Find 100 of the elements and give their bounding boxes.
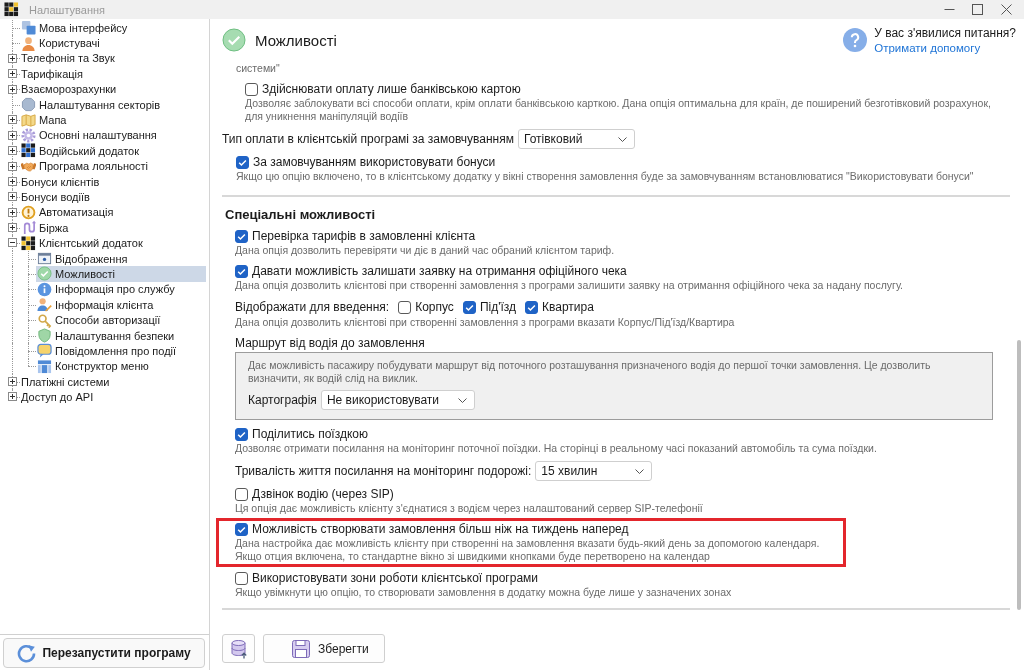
tree-item[interactable]: Автоматизація: [20, 204, 206, 221]
checkbox-label[interactable]: Використовувати зони роботи клієнтської програми: [252, 571, 538, 585]
window-title: Налаштування: [29, 3, 106, 16]
plus-icon[interactable]: [7, 377, 17, 386]
map-icon: [21, 112, 36, 128]
tree-item[interactable]: Взаєморозрахунки: [20, 81, 206, 97]
tree-item[interactable]: Бонуси водіїв: [20, 189, 206, 205]
tree-item[interactable]: Відображення: [36, 250, 206, 267]
checkbox-label[interactable]: Під'їзд: [479, 300, 517, 314]
close-icon[interactable]: [1001, 4, 1012, 15]
speech-bubble-icon: [37, 343, 52, 359]
tree-item[interactable]: Способи авторизації: [36, 312, 206, 328]
checkbox[interactable]: [525, 300, 539, 314]
option-description: Дана опція дозволить клієнтові при створенні замовлення з програми вказати Корпус/Під'їзд/Квартира: [235, 316, 736, 329]
tree-item[interactable]: Мова інтерфейсу: [20, 20, 206, 36]
tree-item[interactable]: Інформація клієнта: [36, 297, 206, 313]
checkbox[interactable]: [462, 300, 476, 314]
plus-icon[interactable]: [7, 115, 17, 125]
checkbox-label[interactable]: Можливість створювати замовлення більш ніж на тиждень наперед: [252, 522, 629, 536]
dropdown[interactable]: Готівковий: [517, 129, 635, 149]
tree-item[interactable]: Інформація про службу: [36, 281, 206, 298]
tree-item[interactable]: Налаштування безпеки: [36, 327, 206, 344]
database-button[interactable]: [222, 634, 255, 663]
option-description: Дана настройка дає можливість клієнту при створенні на замовлення вказати будь-який день за допомогою календаря. Якщо отция включена, то стандартне вікно зі швидкими кнопками буде перетворено на календар: [235, 537, 820, 563]
plus-icon[interactable]: [7, 161, 17, 171]
plus-icon[interactable]: [7, 223, 17, 233]
language-icon: [21, 20, 36, 36]
info-icon: [37, 281, 52, 297]
chevron-down-icon: [617, 136, 627, 142]
plus-icon[interactable]: [7, 84, 17, 94]
group-title: Маршрут від водія до замовлення: [235, 335, 426, 351]
tree-item[interactable]: Біржа: [20, 220, 206, 236]
tree-item[interactable]: Водійський додаток: [20, 143, 206, 159]
tree-item[interactable]: Бонуси клієнтів: [20, 173, 206, 190]
plus-icon[interactable]: [7, 146, 17, 156]
field-label: Тип оплати в клієнтській програмі за замовчуванням: [222, 132, 514, 146]
checkbox-label[interactable]: Давати можливість залишати заявку на отримання офіційного чека: [252, 264, 627, 278]
plus-icon[interactable]: [7, 130, 17, 140]
plus-icon[interactable]: [7, 392, 17, 402]
octagon-icon: [21, 97, 36, 113]
plus-icon[interactable]: [7, 176, 17, 186]
plus-icon[interactable]: [7, 192, 17, 202]
option-description: Дозволяє заблокувати всі способи оплати, крім оплати банківською карткою. Дана опція оптимальна для країн, де поширений безготівковий розрахунок, для уникнення маніпуляцій водіїв: [245, 97, 992, 123]
checkbox-label[interactable]: Корпус: [415, 300, 454, 314]
gear-icon: [21, 127, 36, 143]
checkbox[interactable]: [235, 487, 248, 501]
checkbox[interactable]: [235, 571, 248, 585]
minus-icon[interactable]: [7, 238, 17, 248]
plus-icon[interactable]: [7, 207, 17, 217]
key-icon: [37, 312, 52, 328]
section-heading: Спеціальні можливості: [225, 207, 377, 223]
grid-icon: [21, 143, 36, 159]
plus-icon[interactable]: [7, 53, 17, 63]
dropdown[interactable]: Не використовувати: [320, 390, 475, 410]
tree-item[interactable]: Конструктор меню: [36, 358, 206, 374]
scrollbar-thumb[interactable]: [1017, 340, 1021, 610]
checkbox[interactable]: [236, 155, 249, 169]
option-description: системи": [236, 62, 281, 75]
checkbox[interactable]: [235, 427, 248, 441]
checkbox[interactable]: [245, 82, 258, 96]
checkbox[interactable]: [398, 300, 412, 314]
option-description: Якщо увімкнути цю опцію, то створювати замовлення в додатку можна буде лише у зазначених зонах: [235, 586, 733, 599]
save-button[interactable]: Зберегти: [263, 634, 385, 663]
tree-item[interactable]: Користувачі: [20, 35, 206, 51]
checkbox-label[interactable]: Дзвінок водію (через SIP): [252, 487, 394, 501]
check-badge-icon: [222, 28, 246, 52]
tree-item[interactable]: Клієнтський додаток: [20, 235, 206, 251]
dropdown[interactable]: 15 хвилин: [535, 461, 653, 481]
tree-item[interactable]: Доступ до API: [20, 389, 206, 405]
checkbox-label[interactable]: Поділитись поїздкою: [252, 427, 368, 441]
layout-icon: [37, 358, 52, 374]
page-title: Можливості: [255, 31, 337, 49]
checkbox[interactable]: [235, 229, 248, 243]
tree-item[interactable]: Платіжні системи: [20, 374, 206, 390]
field-label: Відображати для введення:: [235, 300, 390, 314]
tree-item[interactable]: Можливості: [36, 266, 206, 282]
checkbox[interactable]: [235, 264, 248, 278]
checkbox-label[interactable]: За замовчуванням використовувати бонуси: [253, 155, 496, 169]
grid-icon: [21, 235, 36, 251]
tree-item[interactable]: Телефонія та Звук: [20, 50, 206, 67]
checkbox-label[interactable]: Перевірка тарифів в замовленні клієнта: [252, 229, 476, 243]
checkbox-label[interactable]: Квартира: [542, 300, 594, 314]
user-pencil-icon: [37, 297, 52, 313]
restart-button[interactable]: Перезапустити програму: [3, 638, 205, 668]
tree-item[interactable]: Основні налаштування: [20, 127, 206, 144]
tree-item[interactable]: Програма лояльності: [20, 158, 206, 174]
curved-arrows-icon: [21, 220, 36, 236]
checkbox[interactable]: [235, 522, 248, 536]
tree-item[interactable]: Тарифікація: [20, 66, 206, 82]
plus-icon[interactable]: [7, 69, 17, 79]
alert-circle-icon: [21, 204, 36, 220]
chevron-down-icon: [635, 468, 645, 474]
maximize-icon[interactable]: [972, 4, 983, 15]
tree-item[interactable]: Налаштування секторів: [20, 96, 206, 113]
database-icon: [229, 638, 248, 659]
help-link[interactable]: Отримати допомогу: [874, 42, 1016, 54]
tree-item[interactable]: Повідомлення про події: [36, 343, 206, 359]
checkbox-label[interactable]: Здійснювати оплату лише банківською картою: [262, 82, 521, 96]
tree-item[interactable]: Мапа: [20, 112, 206, 128]
window-icon: [37, 251, 52, 267]
